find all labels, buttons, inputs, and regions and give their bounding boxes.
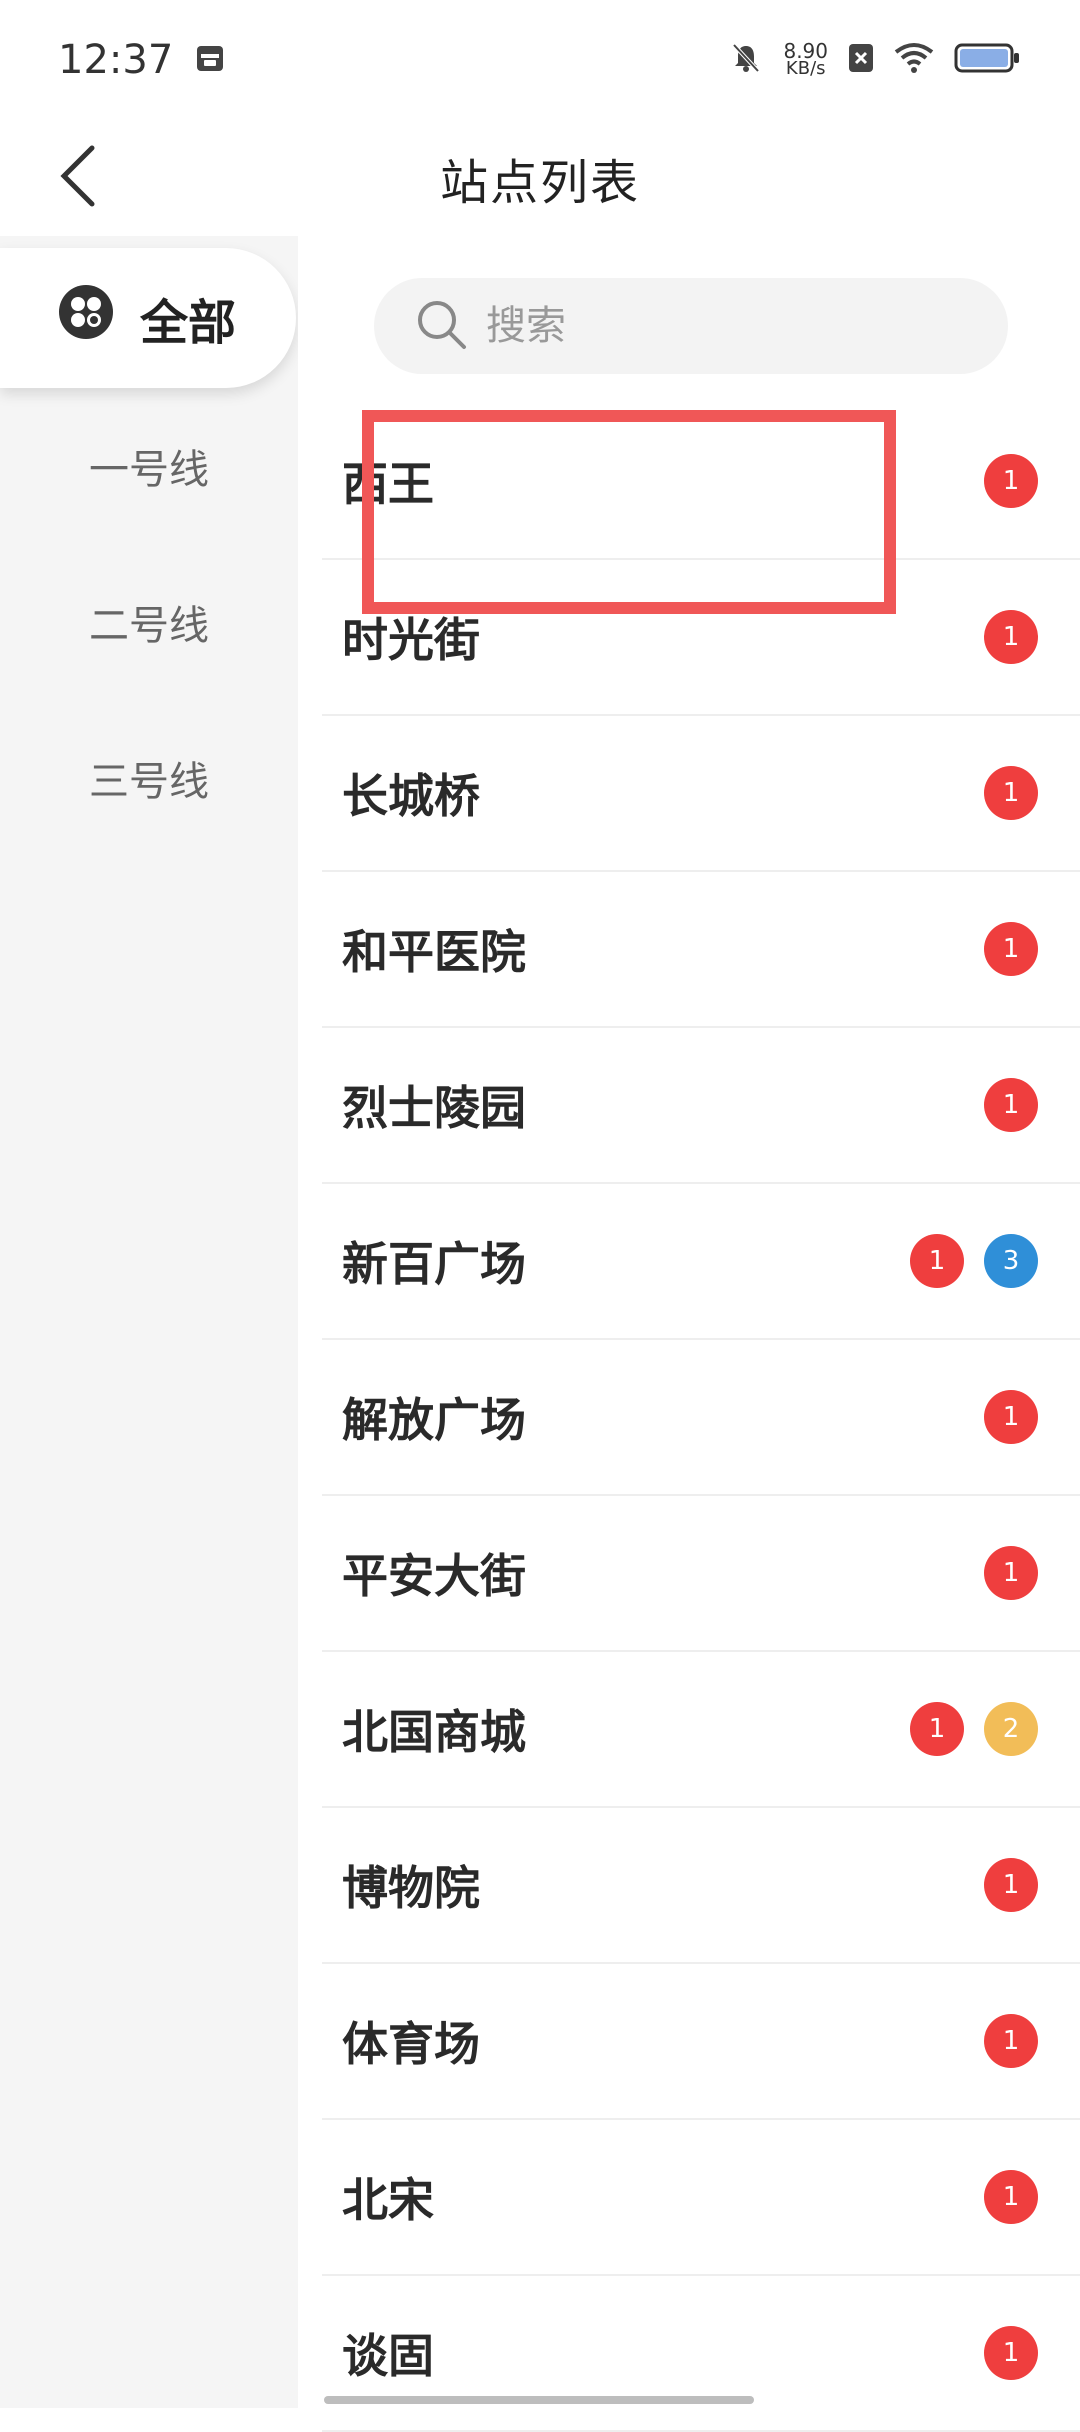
station-row[interactable]: 长城桥 1 — [322, 716, 1080, 872]
station-panel: 西王1时光街1长城桥1和平医院1烈士陵园1新百广场13解放广场1平安大街1北国商… — [298, 236, 1080, 2432]
header: 站点列表 — [0, 120, 1080, 236]
count-badge-red: 1 — [910, 1702, 964, 1756]
sidebar-item-label: 全部 — [140, 295, 237, 351]
station-name: 北国商城 — [342, 1705, 526, 1759]
count-badge-blue: 3 — [984, 1234, 1038, 1288]
sidebar-item-line-3[interactable]: 三号线 — [0, 700, 298, 856]
station-badges: 1 — [984, 1858, 1038, 1912]
sidebar-item-line-1[interactable]: 一号线 — [0, 388, 298, 544]
station-row[interactable]: 西王 1 — [322, 404, 1080, 560]
station-badges: 1 — [984, 610, 1038, 664]
sidebar-item-label: 二号线 — [89, 603, 209, 649]
station-name: 谈固 — [342, 2329, 434, 2383]
count-badge-red: 1 — [984, 2170, 1038, 2224]
station-row[interactable]: 北宋 1 — [322, 2120, 1080, 2276]
count-badge-red: 1 — [984, 2326, 1038, 2380]
station-row[interactable]: 和平医院 1 — [322, 872, 1080, 1028]
status-right: 8.90 KB/s — [729, 41, 1020, 79]
clover-icon — [58, 284, 114, 352]
station-name: 长城桥 — [342, 769, 480, 823]
wifi-icon — [894, 42, 934, 78]
station-name: 博物院 — [342, 1861, 480, 1915]
count-badge-red: 1 — [984, 922, 1038, 976]
sim-x-icon — [848, 43, 874, 77]
chevron-left-icon — [56, 144, 100, 212]
count-badge-red: 1 — [984, 1390, 1038, 1444]
station-name: 解放广场 — [342, 1393, 526, 1447]
count-badge-red: 1 — [984, 1858, 1038, 1912]
sidebar-item-all[interactable]: 全部 — [0, 248, 296, 388]
status-time: 12:37 — [58, 37, 174, 83]
station-badges: 1 — [984, 1546, 1038, 1600]
station-row[interactable]: 博物院 1 — [322, 1808, 1080, 1964]
calendar-notification-icon — [195, 43, 225, 77]
count-badge-red: 1 — [984, 1546, 1038, 1600]
station-name: 烈士陵园 — [342, 1081, 526, 1135]
count-badge-red: 1 — [910, 1234, 964, 1288]
search-icon — [414, 297, 468, 355]
station-list: 西王 1 时光街 1 长城桥 1 和平医院 1 烈士陵园 1 新百广场 1 3 解放广场 1 平安大街 1 北国商… — [322, 404, 1080, 2432]
mute-bell-icon — [729, 41, 763, 79]
network-speed: 8.90 KB/s — [783, 41, 828, 79]
station-badges: 13 — [910, 1234, 1038, 1288]
station-badges: 1 — [984, 2326, 1038, 2380]
sidebar-item-label: 一号线 — [89, 447, 209, 493]
battery-icon — [954, 42, 1020, 78]
sidebar-item-line-2[interactable]: 二号线 — [0, 544, 298, 700]
station-row[interactable]: 北国商城 1 2 — [322, 1652, 1080, 1808]
search-box[interactable] — [374, 278, 1008, 374]
count-badge-red: 1 — [984, 2014, 1038, 2068]
count-badge-red: 1 — [984, 766, 1038, 820]
count-badge-red: 1 — [984, 454, 1038, 508]
station-row[interactable]: 平安大街 1 — [322, 1496, 1080, 1652]
station-name: 和平医院 — [342, 925, 526, 979]
scrollbar[interactable] — [324, 2396, 754, 2404]
station-name: 时光街 — [342, 613, 480, 667]
count-badge-yellow: 2 — [984, 1702, 1038, 1756]
station-badges: 1 — [984, 1078, 1038, 1132]
page-title: 站点列表 — [439, 155, 640, 211]
station-badges: 1 — [984, 922, 1038, 976]
station-name: 体育场 — [342, 2017, 480, 2071]
station-name: 西王 — [342, 457, 434, 511]
station-badges: 1 — [984, 766, 1038, 820]
station-name: 平安大街 — [342, 1549, 526, 1603]
station-name: 新百广场 — [342, 1237, 526, 1291]
station-row[interactable]: 新百广场 1 3 — [322, 1184, 1080, 1340]
station-badges: 1 — [984, 1390, 1038, 1444]
station-row[interactable]: 体育场 1 — [322, 1964, 1080, 2120]
line-sidebar: 全部 一号线 二号线 三号线 — [0, 236, 298, 2408]
search-input[interactable] — [486, 303, 966, 349]
count-badge-red: 1 — [984, 1078, 1038, 1132]
station-badges: 1 — [984, 2170, 1038, 2224]
station-row[interactable]: 烈士陵园 1 — [322, 1028, 1080, 1184]
back-button[interactable] — [40, 140, 116, 216]
count-badge-red: 1 — [984, 610, 1038, 664]
speed-unit: KB/s — [785, 58, 826, 79]
station-badges: 1 — [984, 454, 1038, 508]
station-row[interactable]: 时光街 1 — [322, 560, 1080, 716]
station-row[interactable]: 谈固 1 — [322, 2276, 1080, 2432]
station-row[interactable]: 解放广场 1 — [322, 1340, 1080, 1496]
station-badges: 12 — [910, 1702, 1038, 1756]
status-left: 12:37 — [58, 37, 225, 83]
station-badges: 1 — [984, 2014, 1038, 2068]
sidebar-item-label: 三号线 — [89, 759, 209, 805]
station-name: 北宋 — [342, 2173, 434, 2227]
status-bar: 12:37 8.90 KB/s — [0, 0, 1080, 120]
